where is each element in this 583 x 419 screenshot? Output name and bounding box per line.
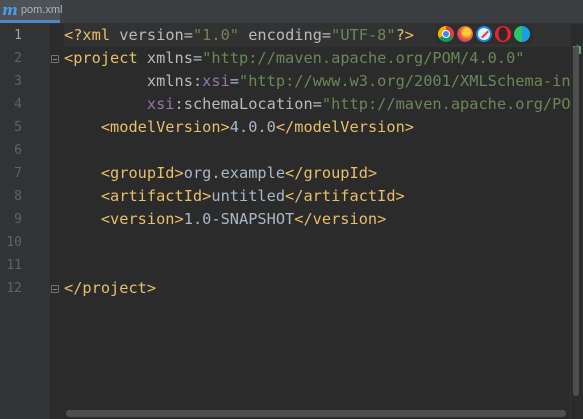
safari-icon[interactable] [476,26,492,42]
code-token: <version> [64,210,184,228]
code-line[interactable]: xsi:schemaLocation="http://maven.apache.… [64,93,583,116]
code-token: <groupId> [64,164,184,182]
code-area[interactable]: <?xml version="1.0" encoding="UTF-8"?> <p… [64,24,583,419]
tab-pom-xml[interactable]: m pom.xml [0,0,63,23]
line-number: 5 [14,120,22,135]
horizontal-scrollbar-thumb[interactable] [66,410,566,417]
opera-icon[interactable] [495,26,511,42]
line-number: 9 [14,212,22,227]
code-token: <artifactId> [64,187,212,205]
fold-marker-icon[interactable] [51,55,59,63]
code-line[interactable]: <artifactId>untitled</artifactId> [64,185,405,208]
edge-icon[interactable] [514,26,530,42]
line-number: 8 [14,189,22,204]
code-token: <modelVersion> [64,118,230,136]
firefox-icon[interactable] [457,26,473,42]
code-token: </project> [64,279,157,297]
code-token: encoding [239,26,322,44]
code-token: org.example [183,164,286,182]
code-token: <project [64,49,147,67]
code-token: </modelVersion> [275,118,414,136]
code-token: "http://maven.apache.org/POM/4.0.0" [202,49,525,67]
code-token: 4.0.0 [229,118,276,136]
code-line[interactable]: <project xmlns="http://maven.apache.org/… [64,47,525,70]
code-token: schemaLocation [183,95,313,113]
code-token: <?xml [64,26,120,44]
line-number: 1 [14,28,22,43]
browser-preview-bar [435,24,533,44]
code-token: untitled [211,187,286,205]
vertical-scrollbar-thumb[interactable] [573,46,579,396]
code-token: : [192,72,203,90]
code-token: = [192,49,203,67]
code-token: </artifactId> [285,187,405,205]
code-token: = [312,95,322,113]
code-token: "http://maven.apache.org/POM/4.0.0" [321,95,583,113]
code-token: xsi [64,95,175,113]
code-line[interactable]: <groupId>org.example</groupId> [64,162,377,185]
tab-label: pom.xml [20,4,63,16]
chrome-icon[interactable] [438,26,454,42]
code-token: xmlns [146,49,193,67]
maven-icon: m [2,1,18,19]
code-token: = [321,26,332,44]
code-token: = [183,26,193,44]
code-line[interactable]: <version>1.0-SNAPSHOT</version> [64,208,387,231]
line-number: 11 [6,258,22,273]
code-token: 1.0-SNAPSHOT [183,210,295,228]
code-token: "http://www.w3.org/2001/XMLSchema-instan… [239,72,583,90]
fold-marker-icon[interactable] [51,285,59,293]
line-number: 7 [14,166,22,181]
line-number: 2 [14,51,22,66]
line-number: 6 [14,143,22,158]
code-editor[interactable]: 1 2 3 4 5 6 7 8 9 10 11 12 <?xml version="1.0" enco… [0,24,583,419]
code-token: "UTF-8" [331,26,396,44]
code-token: : [174,95,184,113]
code-token: "1.0" [192,26,240,44]
code-token: </groupId> [285,164,378,182]
code-token: xsi [202,72,230,90]
code-token: version [119,26,184,44]
code-token: = [229,72,240,90]
code-token: xmlns [64,72,193,90]
code-line[interactable]: xmlns:xsi="http://www.w3.org/2001/XMLSch… [64,70,583,93]
code-line[interactable]: </project> [64,277,156,300]
code-token: </version> [294,210,387,228]
editor-tab-bar: m pom.xml [0,0,583,24]
line-number: 3 [14,74,22,89]
code-token: ?> [395,26,415,44]
line-number: 4 [14,97,22,112]
code-line[interactable]: <modelVersion>4.0.0</modelVersion> [64,116,414,139]
line-number: 10 [6,235,22,250]
line-number: 12 [6,281,22,296]
line-number-gutter: 1 2 3 4 5 6 7 8 9 10 11 12 [0,24,59,419]
